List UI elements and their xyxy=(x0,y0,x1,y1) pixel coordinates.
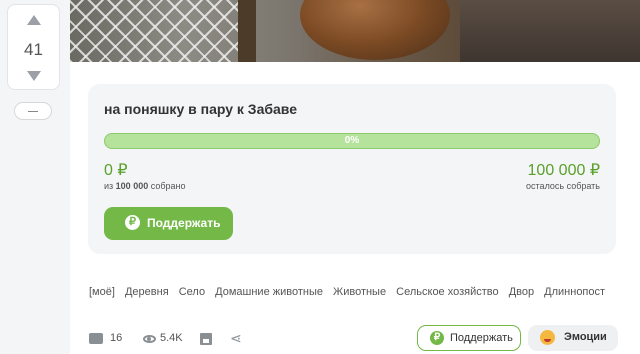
progress-percent-label: 0% xyxy=(344,135,360,146)
tag[interactable]: Животные xyxy=(333,286,386,298)
tag[interactable]: Деревня xyxy=(125,286,169,298)
emoji-face-icon xyxy=(540,330,555,345)
vote-panel: 41 xyxy=(7,4,60,90)
vote-count: 41 xyxy=(24,40,43,59)
share-icon[interactable]: ⋖ xyxy=(230,330,242,347)
remaining-caption: осталось собрать xyxy=(526,181,600,191)
footer-support-button[interactable]: ₽ Поддержать xyxy=(417,325,521,351)
fence-post xyxy=(238,0,256,62)
emotions-button[interactable]: Эмоции xyxy=(528,325,618,351)
comments-count[interactable]: 16 xyxy=(110,332,122,344)
comment-icon[interactable] xyxy=(89,333,103,344)
goal-amount: 100 000 xyxy=(115,181,149,191)
downvote-arrow-icon[interactable] xyxy=(27,71,41,81)
emotions-label: Эмоции xyxy=(564,331,607,343)
animal-fur xyxy=(300,0,450,60)
post-footer: 16 5.4K ⋖ ₽ Поддержать Эмоции xyxy=(70,322,640,354)
save-icon[interactable] xyxy=(200,333,212,345)
tag[interactable]: [моё] xyxy=(89,286,115,298)
support-button[interactable]: ₽ Поддержать xyxy=(104,207,233,240)
remaining-amount: 100 000 ₽ xyxy=(527,162,600,179)
ruble-icon: ₽ xyxy=(430,331,444,345)
tag-list: [моё] Деревня Село Домашние животные Жив… xyxy=(89,286,629,302)
tag[interactable]: Двор xyxy=(509,286,534,298)
donation-progress-bar: 0% xyxy=(104,133,600,149)
fence-net xyxy=(70,0,240,62)
tag[interactable]: Сельское хозяйство xyxy=(396,286,498,298)
eye-icon xyxy=(143,335,156,343)
tag[interactable]: Домашние животные xyxy=(215,286,323,298)
ground xyxy=(460,0,640,62)
tag[interactable]: Длиннопост xyxy=(544,286,605,298)
ruble-icon: ₽ xyxy=(125,215,140,230)
support-button-label: Поддержать xyxy=(147,216,221,230)
post-image xyxy=(70,0,640,62)
donation-block: на поняшку в пару к Забаве 0% 0 ₽ из 100… xyxy=(88,84,616,254)
donation-title: на поняшку в пару к Забаве xyxy=(104,101,297,117)
post-card: на поняшку в пару к Забаве 0% 0 ₽ из 100… xyxy=(70,0,640,354)
tag[interactable]: Село xyxy=(179,286,205,298)
collapse-button[interactable] xyxy=(14,102,52,120)
collected-amount: 0 ₽ xyxy=(104,162,128,179)
upvote-arrow-icon[interactable] xyxy=(27,15,41,25)
views-count: 5.4K xyxy=(160,332,183,344)
footer-support-label: Поддержать xyxy=(450,332,513,344)
collected-caption: из 100 000 собрано xyxy=(104,181,186,191)
